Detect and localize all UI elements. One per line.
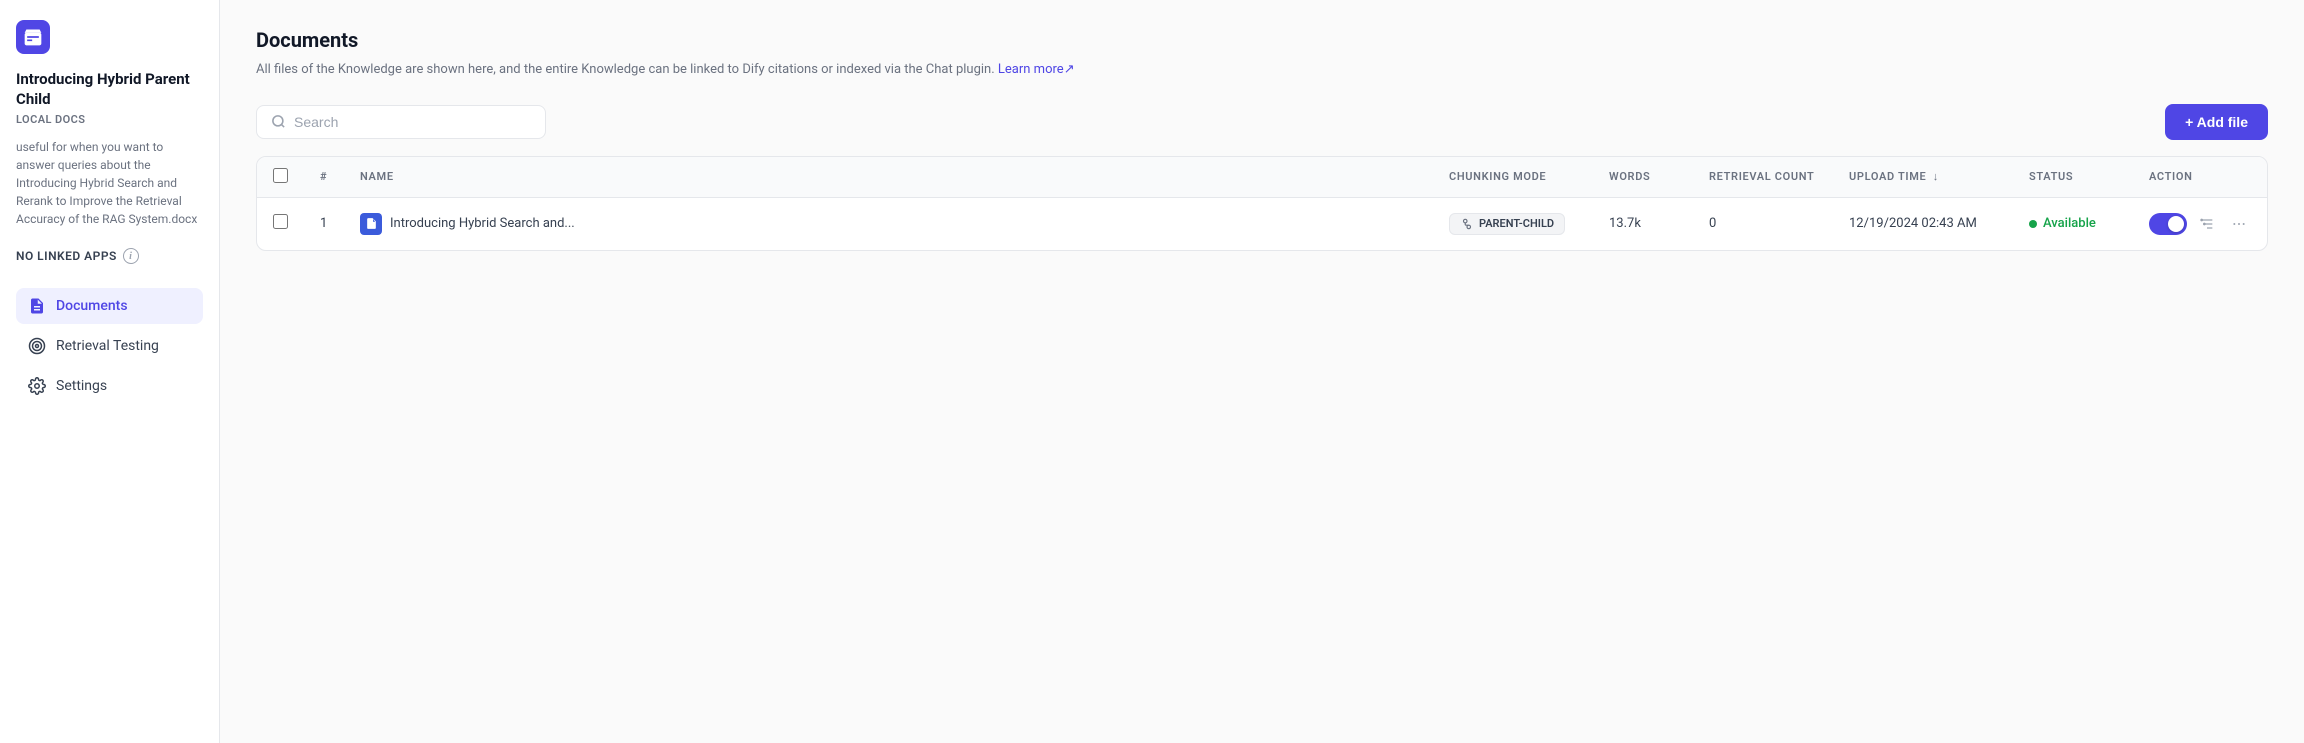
sidebar-item-retrieval-label: Retrieval Testing	[56, 338, 159, 354]
row-checkbox[interactable]	[273, 214, 288, 229]
row-actions	[2133, 197, 2267, 250]
row-name: Introducing Hybrid Search and...	[344, 197, 1433, 250]
sidebar-item-retrieval-testing[interactable]: Retrieval Testing	[16, 328, 203, 364]
app-logo	[16, 20, 50, 54]
sidebar: Introducing Hybrid Parent Child LOCAL DO…	[0, 0, 220, 743]
sidebar-nav: Documents Retrieval Testing Settings	[16, 288, 203, 404]
sort-icon: ↓	[1933, 170, 1939, 183]
row-retrieval: 0	[1693, 197, 1833, 250]
select-all-checkbox[interactable]	[273, 168, 288, 183]
th-num: #	[304, 157, 344, 198]
search-input[interactable]	[294, 114, 531, 130]
chunking-mode-tag: PARENT-CHILD	[1449, 213, 1565, 235]
parent-child-icon	[1460, 217, 1474, 231]
row-words: 13.7k	[1593, 197, 1693, 250]
table-row: 1 Introducing Hybrid Search and...	[257, 197, 2267, 250]
row-upload-time: 12/19/2024 02:43 AM	[1833, 197, 2013, 250]
more-options-button[interactable]	[2227, 212, 2251, 236]
info-icon: i	[123, 248, 139, 264]
add-file-button[interactable]: + Add file	[2165, 104, 2268, 140]
knowledge-title: Introducing Hybrid Parent Child	[16, 70, 203, 109]
status-dot	[2029, 220, 2037, 228]
no-linked-apps: NO LINKED APPS i	[16, 248, 203, 264]
th-status: STATUS	[2013, 157, 2133, 198]
documents-table: # NAME CHUNKING MODE WORDS RETRIEVAL COU…	[256, 156, 2268, 251]
document-icon	[28, 297, 46, 315]
ellipsis-icon	[2231, 216, 2247, 232]
th-chunking: CHUNKING MODE	[1433, 157, 1593, 198]
file-icon	[360, 213, 382, 235]
row-status: Available	[2013, 197, 2133, 250]
row-checkbox-cell	[257, 197, 304, 250]
settings-action-button[interactable]	[2195, 212, 2219, 236]
th-action: ACTION	[2133, 157, 2267, 198]
target-icon	[28, 337, 46, 355]
toggle-slider	[2149, 213, 2187, 235]
logo-icon	[23, 27, 43, 47]
toggle-switch[interactable]	[2149, 213, 2187, 235]
sliders-icon	[2199, 216, 2215, 232]
sidebar-item-settings-label: Settings	[56, 378, 107, 394]
docx-icon	[365, 217, 378, 230]
toolbar: + Add file	[256, 104, 2268, 140]
gear-icon	[28, 377, 46, 395]
page-title: Documents	[256, 28, 2268, 52]
learn-more-link[interactable]: Learn more↗	[998, 62, 1075, 77]
th-checkbox	[257, 157, 304, 198]
row-chunking: PARENT-CHILD	[1433, 197, 1593, 250]
sidebar-item-settings[interactable]: Settings	[16, 368, 203, 404]
row-num: 1	[304, 197, 344, 250]
sidebar-item-documents-label: Documents	[56, 298, 128, 314]
status-badge: Available	[2029, 216, 2117, 231]
sidebar-item-documents[interactable]: Documents	[16, 288, 203, 324]
page-description: All files of the Knowledge are shown her…	[256, 60, 2268, 80]
knowledge-subtitle: LOCAL DOCS	[16, 113, 203, 126]
th-retrieval: RETRIEVAL COUNT	[1693, 157, 1833, 198]
search-box[interactable]	[256, 105, 546, 139]
th-words: WORDS	[1593, 157, 1693, 198]
th-upload[interactable]: UPLOAD TIME ↓	[1833, 157, 2013, 198]
search-icon	[271, 114, 286, 129]
th-name: NAME	[344, 157, 1433, 198]
knowledge-description: useful for when you want to answer queri…	[16, 138, 203, 228]
main-content: Documents All files of the Knowledge are…	[220, 0, 2304, 743]
